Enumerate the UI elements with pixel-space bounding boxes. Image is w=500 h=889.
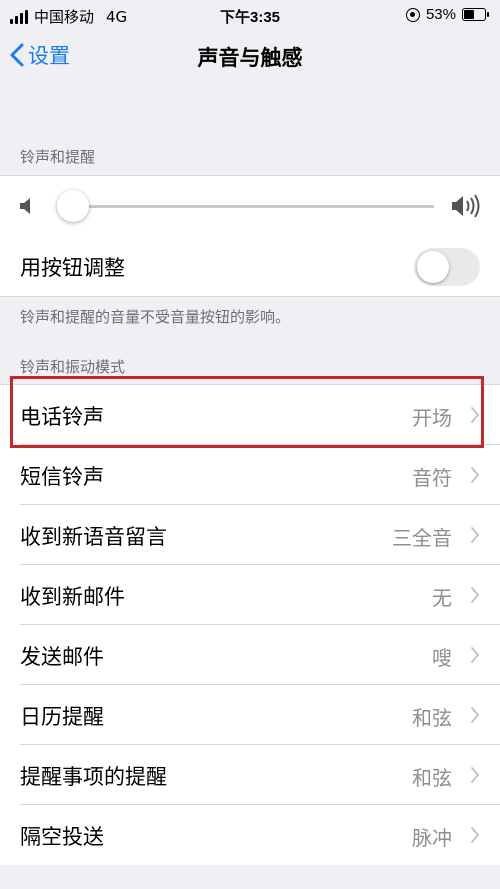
sound-setting-label: 收到新语音留言 (20, 525, 167, 549)
speaker-high-icon (452, 194, 480, 218)
sound-setting-row[interactable]: 提醒事项的提醒 和弦 (0, 745, 500, 805)
sound-setting-row[interactable]: 短信铃声 音符 (0, 445, 500, 505)
change-with-buttons-label: 用按钮调整 (20, 256, 125, 280)
sound-setting-row[interactable]: 电话铃声 开场 (0, 385, 500, 445)
status-right: 53% (405, 6, 489, 23)
sound-setting-value: 开场 (412, 406, 452, 430)
sound-setting-label: 日历提醒 (20, 705, 104, 729)
sound-setting-label: 收到新邮件 (20, 585, 125, 609)
volume-slider-knob[interactable] (57, 190, 90, 222)
chevron-right-icon (471, 467, 479, 483)
chevron-right-icon (471, 527, 479, 543)
patterns-section-header: 铃声和振动模式 (20, 358, 126, 376)
volume-slider-track[interactable] (66, 205, 434, 208)
page-title: 声音与触感 (197, 46, 303, 70)
battery-icon (462, 8, 489, 21)
sound-setting-row[interactable]: 收到新语音留言 三全音 (0, 505, 500, 565)
speaker-low-icon (20, 198, 30, 214)
sound-setting-row[interactable]: 发送邮件 嗖 (0, 625, 500, 685)
sound-setting-value: 脉冲 (412, 826, 452, 850)
chevron-right-icon (471, 407, 479, 423)
chevron-right-icon (471, 587, 479, 603)
chevron-right-icon (471, 707, 479, 723)
navigation-bar: 设置 声音与触感 (0, 30, 500, 85)
chevron-right-icon (471, 647, 479, 663)
chevron-right-icon (471, 767, 479, 783)
change-with-buttons-row: 用按钮调整 (0, 236, 500, 296)
ringer-group: 用按钮调整 (0, 175, 500, 297)
orientation-lock-icon (405, 7, 420, 22)
patterns-group: 电话铃声 开场 短信铃声 音符 收到新语音留言 三全音 收到新邮件无发送邮件嗖日历提醒 和弦提… (0, 384, 500, 865)
ringer-footnote: 铃声和提醒的音量不受音量按钮的影响。 (20, 308, 291, 326)
sound-setting-value: 嗖 (432, 646, 452, 670)
chevron-right-icon (471, 827, 479, 843)
sound-setting-label: 短信铃声 (20, 465, 104, 489)
status-bar: 中国移动 4G 下午3:35 53% (0, 0, 500, 30)
sound-setting-label: 提醒事项的提醒 (20, 765, 167, 789)
sound-setting-value: 无 (432, 586, 452, 610)
sound-setting-row[interactable]: 收到新邮件 无 (0, 565, 500, 625)
sound-setting-row[interactable]: 日历提醒 和弦 (0, 685, 500, 745)
sound-setting-label: 电话铃声 (20, 405, 104, 429)
battery-percent: 53% (425, 6, 456, 23)
ringer-section-header: 铃声和提醒 (20, 148, 96, 166)
sound-setting-row[interactable]: 隔空投送 脉冲 (0, 805, 500, 865)
change-with-buttons-toggle[interactable] (414, 248, 480, 286)
sound-setting-value: 和弦 (412, 766, 452, 790)
sound-setting-label: 发送邮件 (20, 645, 104, 669)
sound-setting-value: 音符 (412, 466, 452, 490)
volume-slider-row (0, 176, 500, 236)
sound-setting-label: 隔空投送 (20, 825, 104, 849)
sound-setting-value: 和弦 (412, 706, 452, 730)
toggle-knob (417, 251, 449, 283)
sound-setting-value: 三全音 (392, 526, 452, 550)
